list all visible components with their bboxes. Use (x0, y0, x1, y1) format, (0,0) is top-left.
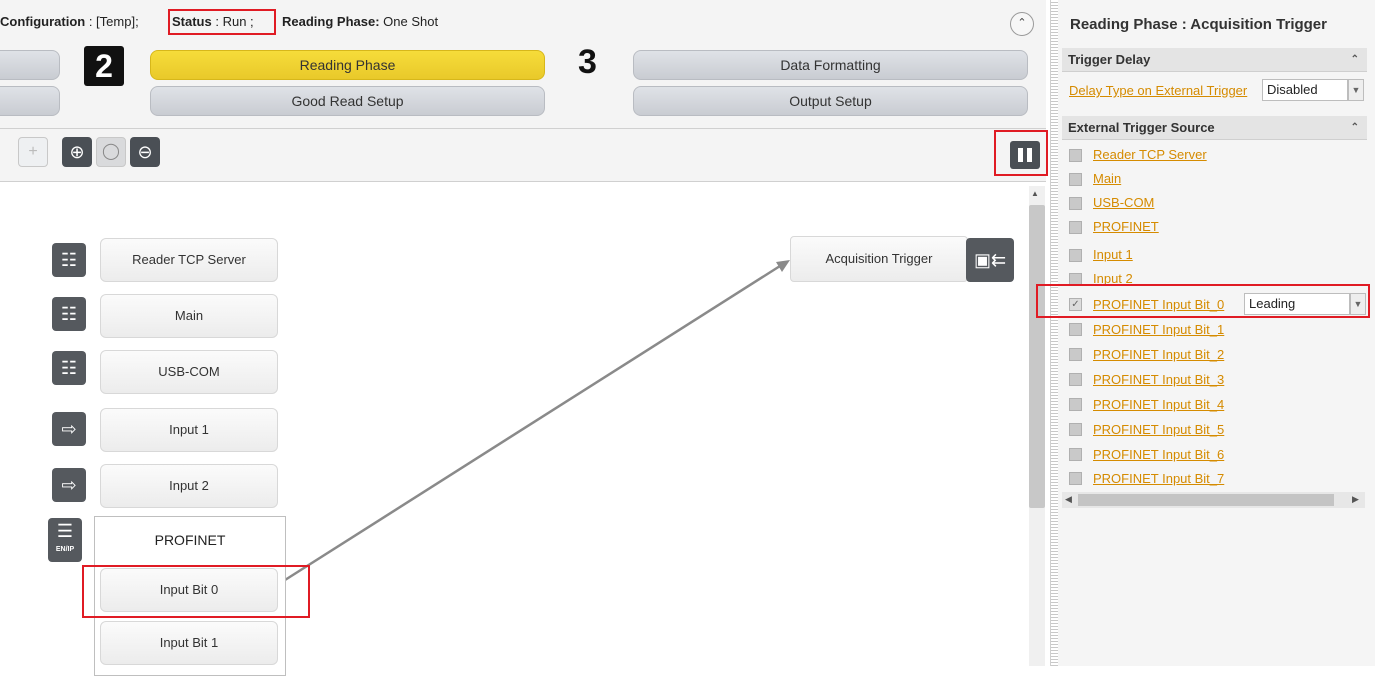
external-trigger-source-header[interactable]: External Trigger Source ⌃ (1062, 116, 1367, 140)
panel-title: Reading Phase : Acquisition Trigger (1070, 16, 1327, 33)
source-profinet-input-bit-4[interactable]: PROFINET Input Bit_4 (1093, 397, 1224, 412)
ethernet-icon: ☷ (52, 297, 86, 331)
trigger-delay-section-header[interactable]: Trigger Delay ⌃ (1062, 48, 1367, 72)
source-profinet[interactable]: PROFINET (1093, 219, 1159, 234)
acquisition-trigger-node[interactable]: Acquisition Trigger (790, 236, 968, 282)
delay-type-label[interactable]: Delay Type on External Trigger (1069, 83, 1247, 98)
input-icon: ⇨ (52, 412, 86, 446)
checkbox-profinet-input-bit-2[interactable] (1069, 348, 1082, 361)
chevron-down-icon[interactable]: ▼ (1348, 79, 1364, 101)
checkbox-usb-com[interactable] (1069, 197, 1082, 210)
checkbox-profinet-input-bit-4[interactable] (1069, 398, 1082, 411)
input-icon: ⇨ (52, 468, 86, 502)
source-node-main[interactable]: Main (100, 294, 278, 338)
checkbox-input-1[interactable] (1069, 249, 1082, 262)
checkbox-profinet-input-bit-1[interactable] (1069, 323, 1082, 336)
source-node-usb-com[interactable]: USB-COM (100, 350, 278, 394)
chevron-up-icon[interactable]: ⌃ (1351, 48, 1359, 72)
source-node-input-1[interactable]: Input 1 (100, 408, 278, 452)
external-trigger-source-label: External Trigger Source (1068, 120, 1215, 135)
checkbox-reader-tcp-server[interactable] (1069, 149, 1082, 162)
scroll-left-arrow-icon[interactable]: ◀ (1065, 494, 1072, 505)
profinet-input-bit-1-node[interactable]: Input Bit 1 (100, 621, 278, 665)
checkbox-profinet-input-bit-3[interactable] (1069, 373, 1082, 386)
profinet-icon: ☰ EN/IP (48, 518, 82, 562)
checkbox-profinet-input-bit-6[interactable] (1069, 448, 1082, 461)
source-profinet-input-bit-2[interactable]: PROFINET Input Bit_2 (1093, 347, 1224, 362)
delay-type-select[interactable]: Disabled (1262, 79, 1348, 101)
profinet-icon-text: EN/IP (55, 546, 75, 553)
panel-horizontal-thumb[interactable] (1078, 494, 1334, 506)
ethernet-icon: ☷ (52, 351, 86, 385)
checkbox-main[interactable] (1069, 173, 1082, 186)
scroll-right-arrow-icon[interactable]: ▶ (1352, 494, 1359, 505)
source-profinet-input-bit-5[interactable]: PROFINET Input Bit_5 (1093, 422, 1224, 437)
source-node-input-2[interactable]: Input 2 (100, 464, 278, 508)
chevron-up-icon[interactable]: ⌃ (1351, 116, 1359, 140)
source-profinet-input-bit-7[interactable]: PROFINET Input Bit_7 (1093, 471, 1224, 486)
source-profinet-input-bit-6[interactable]: PROFINET Input Bit_6 (1093, 447, 1224, 462)
source-reader-tcp-server[interactable]: Reader TCP Server (1093, 147, 1207, 162)
source-node-reader-tcp-server[interactable]: Reader TCP Server (100, 238, 278, 282)
input-bit-0-row-highlight (1036, 284, 1370, 318)
source-main[interactable]: Main (1093, 171, 1121, 186)
source-profinet-input-bit-1[interactable]: PROFINET Input Bit_1 (1093, 322, 1224, 337)
source-usb-com[interactable]: USB-COM (1093, 195, 1154, 210)
checkbox-profinet-input-bit-7[interactable] (1069, 472, 1082, 485)
checkbox-profinet-input-bit-5[interactable] (1069, 423, 1082, 436)
ethernet-icon: ☷ (52, 243, 86, 277)
checkbox-profinet[interactable] (1069, 221, 1082, 234)
input-bit-0-highlight (82, 565, 310, 618)
profinet-label: PROFINET (154, 532, 226, 548)
source-input-1[interactable]: Input 1 (1093, 247, 1133, 262)
camera-trigger-icon: ▣⇇ (966, 238, 1014, 282)
source-profinet-input-bit-3[interactable]: PROFINET Input Bit_3 (1093, 372, 1224, 387)
trigger-delay-header-label: Trigger Delay (1068, 52, 1151, 67)
